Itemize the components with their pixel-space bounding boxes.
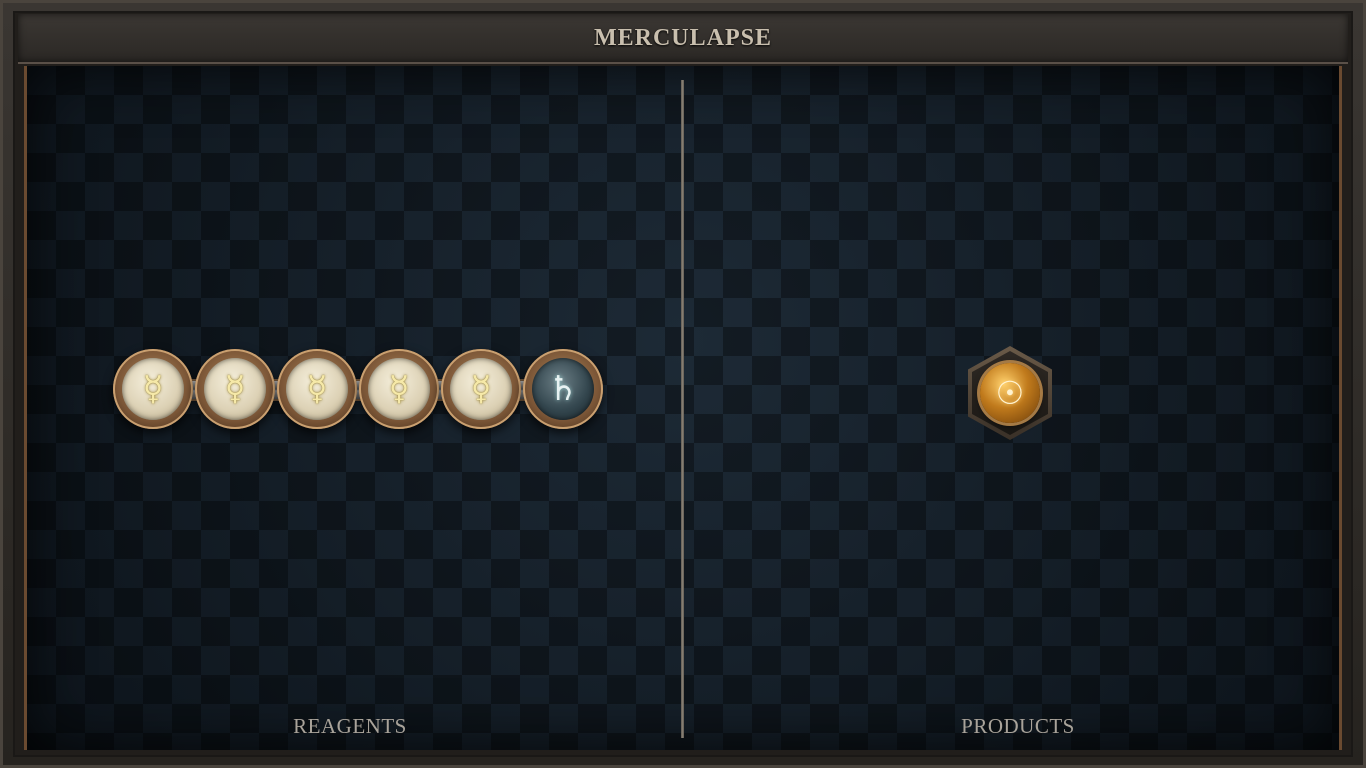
mercury-icon: ☿ xyxy=(450,358,512,420)
products-label: PRODUCTS xyxy=(961,714,1075,738)
reagent-molecule[interactable]: ☿ ☿ ☿ ☿ ☿ ♄ xyxy=(113,349,603,435)
mercury-atom: ☿ xyxy=(277,349,357,429)
gold-icon: ☉ xyxy=(980,363,1040,423)
mercury-icon: ☿ xyxy=(286,358,348,420)
reagents-label: REAGENTS xyxy=(293,714,407,738)
mercury-icon: ☿ xyxy=(368,358,430,420)
title-bar: MERCULAPSE xyxy=(18,14,1348,64)
product-molecule[interactable]: ☉ xyxy=(968,346,1052,440)
mercury-atom: ☿ xyxy=(441,349,521,429)
mercury-icon: ☿ xyxy=(122,358,184,420)
mercury-icon: ☿ xyxy=(204,358,266,420)
mercury-atom: ☿ xyxy=(359,349,439,429)
lead-atom: ♄ xyxy=(523,349,603,429)
mercury-atom: ☿ xyxy=(195,349,275,429)
section-divider xyxy=(681,80,684,738)
lead-icon: ♄ xyxy=(532,358,594,420)
mercury-atom: ☿ xyxy=(113,349,193,429)
puzzle-title: MERCULAPSE xyxy=(593,24,772,51)
